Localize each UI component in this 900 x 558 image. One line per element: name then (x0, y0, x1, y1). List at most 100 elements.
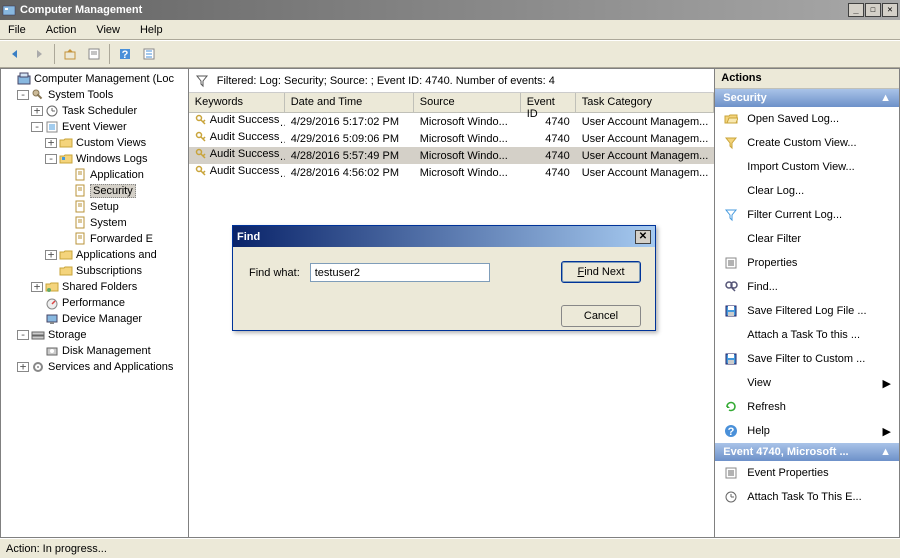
back-button[interactable] (4, 43, 26, 65)
up-button[interactable] (59, 43, 81, 65)
expand-icon[interactable]: + (45, 138, 57, 148)
menu-view[interactable]: View (92, 22, 124, 38)
menu-file[interactable]: File (4, 22, 30, 38)
cell-source: Microsoft Windo... (414, 115, 521, 129)
list-button[interactable] (138, 43, 160, 65)
titlebar: Computer Management _ ☐ ✕ (0, 0, 900, 20)
blank-icon (723, 327, 739, 343)
tree-item-application[interactable]: Application (3, 167, 186, 183)
tree-item-shared-folders[interactable]: +Shared Folders (3, 279, 186, 295)
action-clear-log[interactable]: Clear Log... (715, 179, 899, 203)
tree-item-label: Event Viewer (62, 121, 127, 133)
help-button[interactable]: ? (114, 43, 136, 65)
cancel-button[interactable]: Cancel (561, 305, 641, 327)
expand-icon[interactable]: - (17, 330, 29, 340)
action-attach-task-to-this-e[interactable]: Attach Task To This E... (715, 485, 899, 509)
tree-item-services-and-applications[interactable]: + Services and Applications (3, 359, 186, 375)
tree-item-label: Setup (90, 201, 119, 213)
col-source[interactable]: Source (414, 93, 521, 113)
action-label: Filter Current Log... (747, 209, 842, 221)
tree-item-disk-management[interactable]: Disk Management (3, 343, 186, 359)
col-datetime[interactable]: Date and Time (285, 93, 414, 113)
dialog-close-button[interactable]: ✕ (635, 230, 651, 244)
tree-item-label: Custom Views (76, 137, 146, 149)
action-label: Clear Log... (747, 185, 804, 197)
forward-button[interactable] (28, 43, 50, 65)
actions-section-security[interactable]: Security ▲ (715, 89, 899, 107)
action-attach-a-task-to-this[interactable]: Attach a Task To this ... (715, 323, 899, 347)
tree-item-subscriptions[interactable]: Subscriptions (3, 263, 186, 279)
action-create-custom-view[interactable]: Create Custom View... (715, 131, 899, 155)
action-help[interactable]: ?Help▶ (715, 419, 899, 443)
action-clear-filter[interactable]: Clear Filter (715, 227, 899, 251)
action-find[interactable]: Find... (715, 275, 899, 299)
close-button[interactable]: ✕ (882, 3, 898, 17)
expand-icon[interactable]: - (31, 122, 43, 132)
tree-item-computer-management-loc[interactable]: Computer Management (Loc (3, 71, 186, 87)
blank-icon (723, 231, 739, 247)
action-refresh[interactable]: Refresh (715, 395, 899, 419)
action-view[interactable]: View▶ (715, 371, 899, 395)
tree-item-storage[interactable]: -Storage (3, 327, 186, 343)
tree-item-setup[interactable]: Setup (3, 199, 186, 215)
cell-keywords: Audit Success (189, 130, 285, 147)
event-row[interactable]: Audit Success4/29/2016 5:17:02 PMMicroso… (189, 113, 715, 130)
event-row[interactable]: Audit Success4/29/2016 5:09:06 PMMicroso… (189, 130, 715, 147)
cell-eventid: 4740 (521, 166, 576, 180)
tree-item-security[interactable]: Security (3, 183, 186, 199)
action-save-filter-to-custom[interactable]: Save Filter to Custom ... (715, 347, 899, 371)
action-event-properties[interactable]: Event Properties (715, 461, 899, 485)
action-save-filtered-log-file[interactable]: Save Filtered Log File ... (715, 299, 899, 323)
find-next-button[interactable]: Find Next (561, 261, 641, 283)
tree-item-system[interactable]: System (3, 215, 186, 231)
menu-action[interactable]: Action (42, 22, 81, 38)
tree-item-label: Applications and (76, 249, 157, 261)
maximize-button[interactable]: ☐ (865, 3, 881, 17)
toolbar: ? (0, 40, 900, 68)
tree-item-label: Forwarded E (90, 233, 153, 245)
action-import-custom-view[interactable]: Import Custom View... (715, 155, 899, 179)
mgmt-icon (17, 72, 31, 86)
tree-item-performance[interactable]: Performance (3, 295, 186, 311)
actions-pane: Actions Security ▲ Open Saved Log...Crea… (715, 68, 900, 538)
tree-item-event-viewer[interactable]: - Event Viewer (3, 119, 186, 135)
tree-pane[interactable]: Computer Management (Loc -System Tools + Ta… (0, 68, 188, 538)
col-taskcategory[interactable]: Task Category (576, 93, 715, 113)
action-open-saved-log[interactable]: Open Saved Log... (715, 107, 899, 131)
tree-item-label: Computer Management (Loc (34, 73, 174, 85)
expand-icon[interactable]: - (17, 90, 29, 100)
tree-item-label: Subscriptions (76, 265, 142, 277)
log-icon (73, 184, 87, 198)
properties-button[interactable] (83, 43, 105, 65)
dialog-titlebar[interactable]: Find ✕ (233, 226, 655, 247)
tree-item-applications-and[interactable]: + Applications and (3, 247, 186, 263)
minimize-button[interactable]: _ (848, 3, 864, 17)
event-row[interactable]: Audit Success4/28/2016 5:57:49 PMMicroso… (189, 147, 715, 164)
col-keywords[interactable]: Keywords (189, 93, 285, 113)
storage-icon (31, 328, 45, 342)
find-input[interactable] (310, 263, 490, 282)
tree-item-system-tools[interactable]: -System Tools (3, 87, 186, 103)
expand-icon[interactable]: - (45, 154, 57, 164)
tree-item-windows-logs[interactable]: - Windows Logs (3, 151, 186, 167)
actions-section-event[interactable]: Event 4740, Microsoft ... ▲ (715, 443, 899, 461)
tree-item-device-manager[interactable]: Device Manager (3, 311, 186, 327)
expand-icon[interactable]: + (17, 362, 29, 372)
expand-icon[interactable]: + (31, 106, 43, 116)
statusbar: Action: In progress... (0, 538, 900, 558)
tree-item-label: Services and Applications (48, 361, 173, 373)
tree-item-task-scheduler[interactable]: + Task Scheduler (3, 103, 186, 119)
menu-help[interactable]: Help (136, 22, 167, 38)
tree-item-label: Task Scheduler (62, 105, 137, 117)
col-eventid[interactable]: Event ID (521, 93, 576, 113)
expand-icon[interactable]: + (31, 282, 43, 292)
action-properties[interactable]: Properties (715, 251, 899, 275)
tree-item-label: Windows Logs (76, 153, 148, 165)
tree-item-custom-views[interactable]: + Custom Views (3, 135, 186, 151)
action-filter-current-log[interactable]: Filter Current Log... (715, 203, 899, 227)
event-row[interactable]: Audit Success4/28/2016 4:56:02 PMMicroso… (189, 164, 715, 181)
actions-section-label: Security (723, 92, 766, 104)
expand-icon[interactable]: + (45, 250, 57, 260)
tree-item-forwarded-e[interactable]: Forwarded E (3, 231, 186, 247)
app-icon (2, 3, 16, 17)
